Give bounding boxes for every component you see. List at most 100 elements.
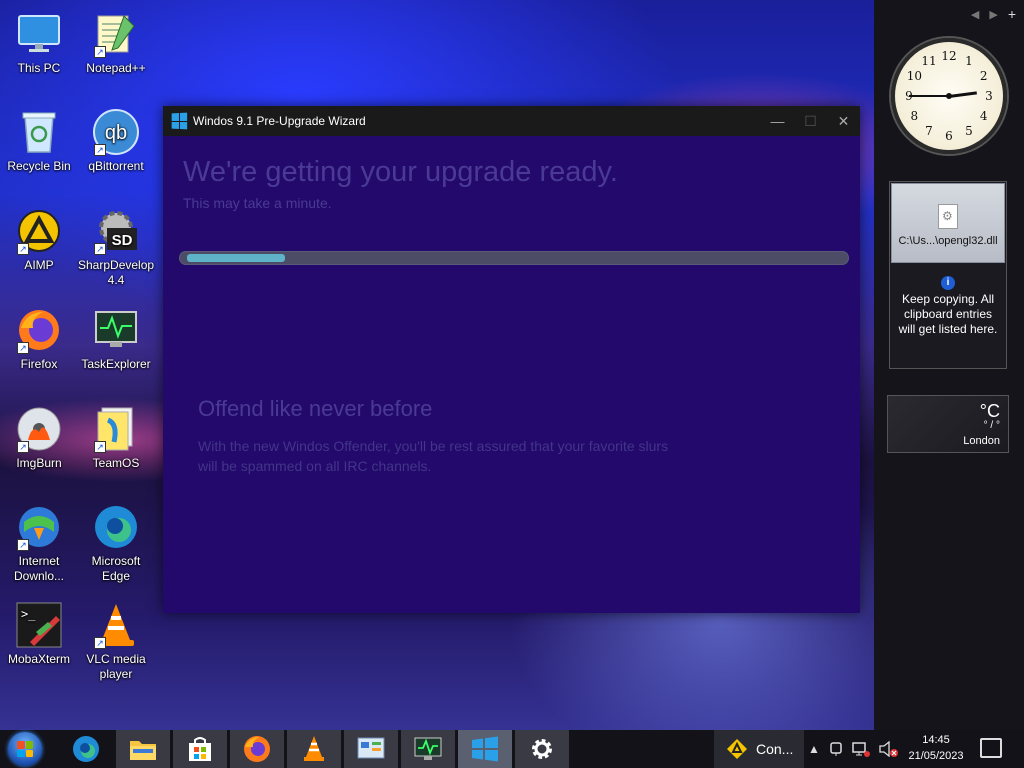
desktop-icon-label: Notepad++ [86, 61, 146, 75]
weather-gadget[interactable]: °C ° / ° London [887, 395, 1009, 453]
upgrade-wizard-window[interactable]: Windos 9.1 Pre-Upgrade Wizard — ☐ ✕ We'r… [163, 106, 860, 613]
shortcut-arrow-icon: ↗ [94, 441, 106, 453]
shortcut-arrow-icon: ↗ [17, 539, 29, 551]
desktop-icon-taskexplorer[interactable]: TaskExplorer [78, 306, 154, 372]
start-button[interactable] [0, 730, 50, 768]
minimize-button[interactable]: — [761, 113, 794, 129]
shortcut-arrow-icon: ↗ [17, 243, 29, 255]
file-icon [938, 204, 958, 229]
clipboard-info-text: Keep copying. All clipboard entries will… [898, 292, 998, 336]
windows-logo-icon [171, 112, 188, 130]
edge-icon [92, 503, 140, 551]
clock-number: 6 [945, 129, 953, 143]
taskbar-firefox[interactable] [230, 730, 284, 768]
vlc-icon: ↗ [92, 601, 140, 649]
desktop-icon-teamos[interactable]: ↗ TeamOS [78, 405, 154, 471]
recycle-bin-icon [15, 108, 63, 156]
taskbar-running-task[interactable]: Con... [714, 730, 804, 768]
desktop-icon-label: TeamOS [92, 456, 140, 470]
desktop-icon-imgburn[interactable]: ↗ ImgBurn [1, 405, 77, 471]
sidebar-add-button[interactable]: + [1008, 7, 1016, 21]
clock-number: 2 [979, 69, 988, 83]
sharpdevelop-icon: SD ↗ [92, 207, 140, 255]
upgrade-progress-bar [179, 251, 849, 265]
desktop-icon-this-pc[interactable]: This PC [1, 10, 77, 76]
desktop-icon-label: TaskExplorer [81, 357, 151, 371]
firefox-icon [243, 735, 271, 763]
taskbar-control-panel[interactable] [344, 730, 398, 768]
taskbar-time: 14:45 [922, 734, 950, 746]
desktop-icon-label: SharpDevelop 4.4 [78, 258, 155, 287]
notification-center-icon[interactable] [980, 738, 1002, 758]
windows-orb-icon [8, 732, 42, 766]
network-icon[interactable] [852, 741, 870, 757]
desktop-icon-label: Firefox [20, 357, 58, 371]
desktop-icon-label: MobaXterm [7, 652, 71, 666]
sidebar-next-button[interactable]: ▶ [989, 8, 997, 21]
clock-minute-hand [909, 95, 949, 97]
clock-center [946, 93, 952, 99]
feature-description: With the new Windos Offender, you'll be … [198, 438, 669, 474]
control-panel-icon [357, 735, 385, 763]
window-titlebar[interactable]: Windos 9.1 Pre-Upgrade Wizard — ☐ ✕ [163, 106, 860, 136]
qbittorrent-icon: qb ↗ [92, 108, 140, 156]
maximize-button[interactable]: ☐ [794, 113, 827, 130]
taskbar-wizard[interactable] [458, 730, 512, 768]
weather-unit: °C [979, 401, 1000, 421]
teamos-icon: ↗ [92, 405, 140, 453]
edge-icon [72, 735, 100, 763]
svg-text:qb: qb [105, 122, 127, 144]
taskbar: Con... ▲ 14:45 21/05/2023 [0, 730, 1024, 768]
desktop-icon-recycle-bin[interactable]: Recycle Bin [1, 108, 77, 174]
taskbar-store[interactable] [173, 730, 227, 768]
feature-title: Offend like never before [198, 396, 433, 421]
taskbar-file-explorer[interactable] [116, 730, 170, 768]
desktop-icon-qbittorrent[interactable]: qb ↗ qBittorrent [78, 108, 154, 174]
taskbar-vlc[interactable] [287, 730, 341, 768]
desktop-icon-label: ImgBurn [16, 456, 62, 470]
mobaxterm-icon: >_ [15, 601, 63, 649]
taskbar-edge[interactable] [59, 730, 113, 768]
clipboard-gadget[interactable]: C:\Us...\opengl32.dll i Keep copying. Al… [889, 181, 1007, 369]
desktop-icon-edge[interactable]: Microsoft Edge [78, 503, 154, 584]
weather-city: London [963, 435, 1000, 447]
desktop-icon-aimp[interactable]: ↗ AIMP [1, 207, 77, 273]
tray-device-icon[interactable] [829, 741, 843, 757]
desktop-icon-firefox[interactable]: ↗ Firefox [1, 306, 77, 372]
clipboard-entry-label: C:\Us...\opengl32.dll [898, 235, 998, 247]
desktop-icon-notepadpp[interactable]: ↗ Notepad++ [78, 10, 154, 76]
clock-number: 12 [941, 49, 957, 63]
window-title: Windos 9.1 Pre-Upgrade Wizard [193, 114, 366, 128]
desktop-icon-vlc[interactable]: ↗ VLC media player [78, 601, 154, 682]
shortcut-arrow-icon: ↗ [94, 144, 106, 156]
gadget-sidebar: ◀ ▶ + 121234567891011 C:\Us...\opengl32.… [874, 0, 1024, 730]
clock-number: 3 [985, 89, 993, 103]
clock-number: 1 [965, 54, 973, 69]
shortcut-arrow-icon: ↗ [94, 46, 106, 58]
clock-hour-hand [948, 90, 977, 98]
taskexplorer-icon [414, 735, 442, 763]
tray-overflow-chevron-icon[interactable]: ▲ [808, 742, 820, 756]
desktop: This PC Recycle Bin ↗ AIMP ↗ Firefox ↗ I… [0, 0, 874, 730]
volume-muted-icon[interactable] [879, 741, 899, 757]
svg-text:SD: SD [112, 232, 133, 249]
notepadpp-icon: ↗ [92, 10, 140, 58]
desktop-icon-label: This PC [17, 61, 61, 75]
clipboard-entry[interactable]: C:\Us...\opengl32.dll [891, 183, 1005, 263]
sidebar-prev-button[interactable]: ◀ [971, 8, 979, 21]
taskbar-taskexplorer[interactable] [401, 730, 455, 768]
svg-text:>_: >_ [21, 607, 36, 621]
desktop-icon-mobaxterm[interactable]: >_ MobaXterm [1, 601, 77, 667]
weather-condition: ° / ° [983, 420, 1000, 431]
taskbar-settings[interactable] [515, 730, 569, 768]
taskbar-clock[interactable]: 14:45 21/05/2023 [900, 732, 972, 764]
vlc-icon [300, 735, 328, 763]
desktop-icon-idm[interactable]: ↗ Internet Downlo... [1, 503, 77, 584]
desktop-icon-sharpdevelop[interactable]: SD ↗ SharpDevelop 4.4 [78, 207, 154, 288]
taskexplorer-icon [92, 306, 140, 354]
clock-gadget[interactable]: 121234567891011 [891, 38, 1007, 154]
desktop-icon-label: Internet Downlo... [13, 554, 65, 583]
close-button[interactable]: ✕ [827, 113, 860, 130]
computer-icon [15, 10, 63, 58]
sidebar-nav: ◀ ▶ + [971, 7, 1016, 21]
